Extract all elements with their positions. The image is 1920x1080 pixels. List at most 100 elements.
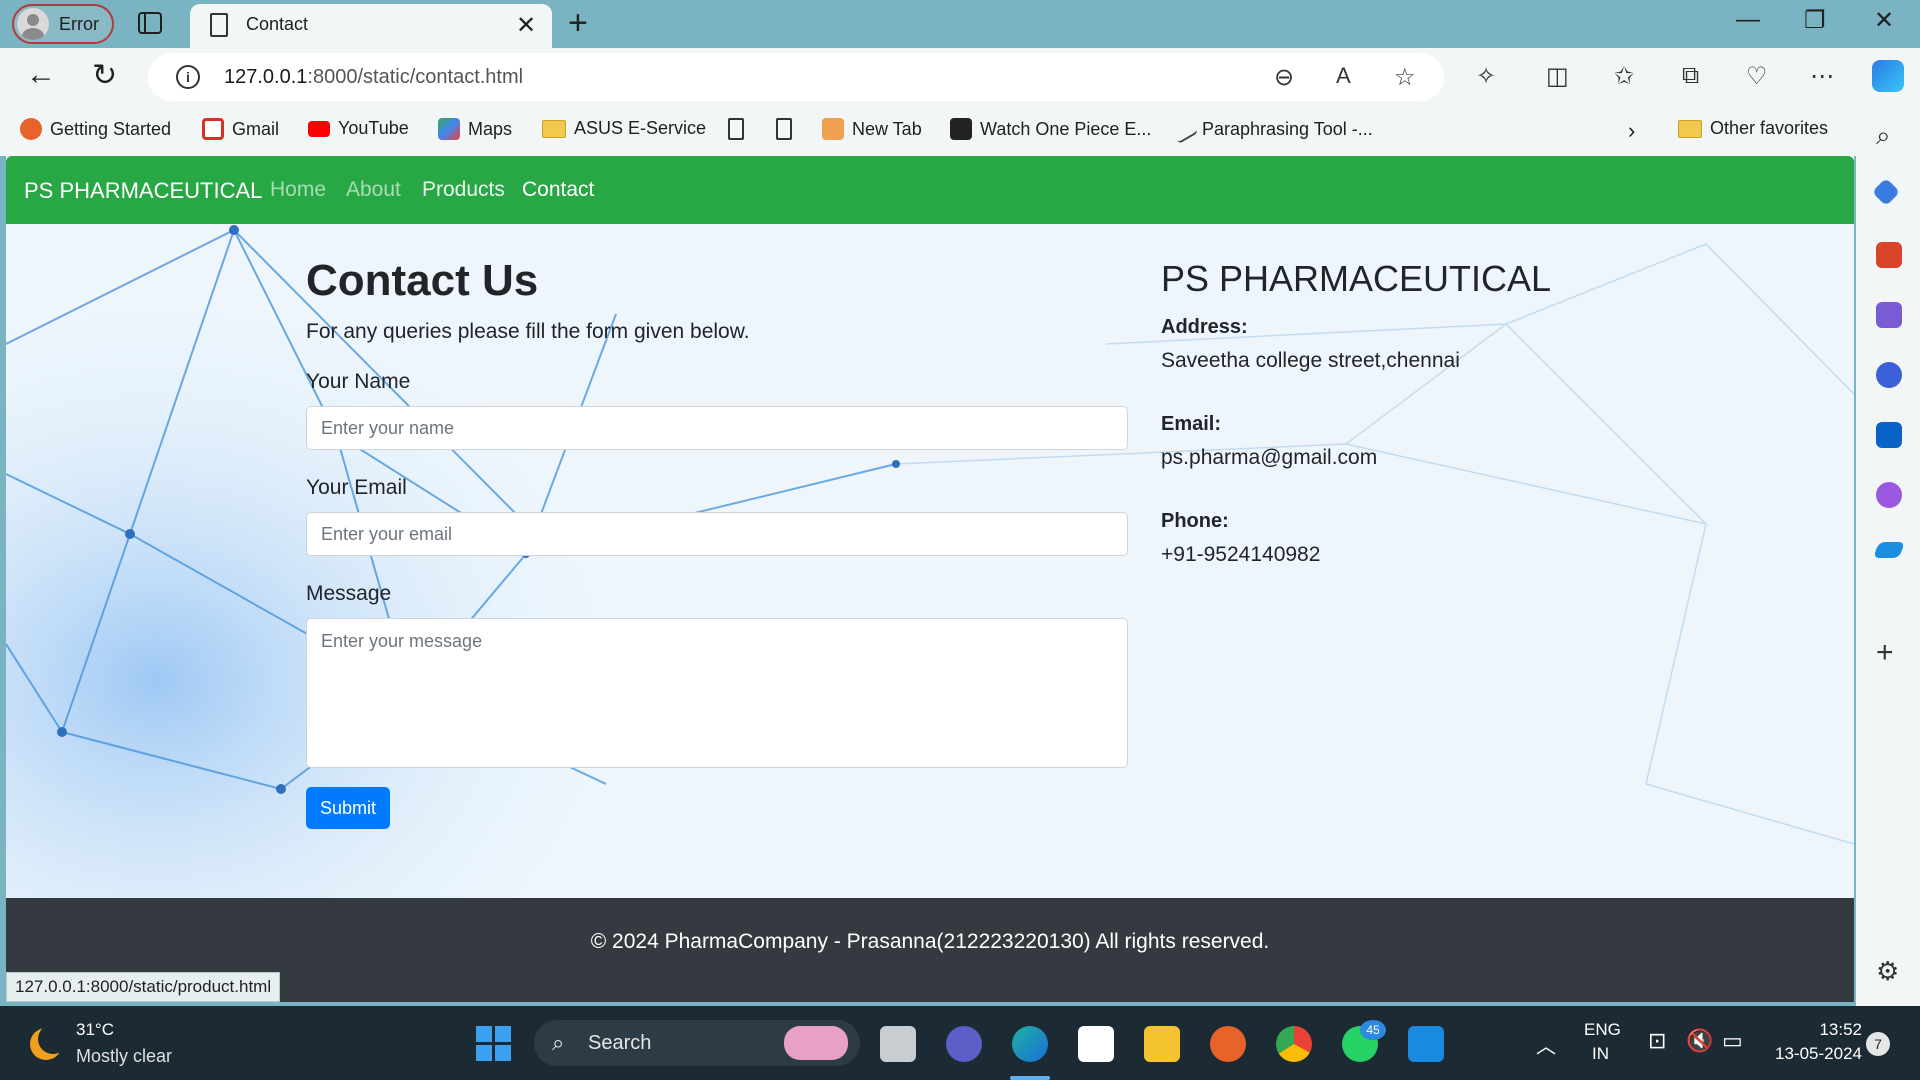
close-tab-icon[interactable]: ✕ bbox=[516, 11, 536, 40]
active-app-indicator bbox=[1010, 1076, 1050, 1080]
email-value: ps.pharma@gmail.com bbox=[1161, 446, 1378, 469]
file-explorer-icon[interactable] bbox=[1144, 1026, 1180, 1062]
show-hidden-icons-chevron[interactable]: ︿ bbox=[1536, 1030, 1556, 1059]
notification-count-badge[interactable]: 7 bbox=[1866, 1032, 1890, 1056]
weather-description[interactable]: Mostly clear bbox=[76, 1046, 172, 1067]
nav-contact[interactable]: Contact bbox=[522, 178, 594, 202]
fav-maps[interactable]: Maps bbox=[438, 118, 512, 140]
page-icon bbox=[776, 118, 792, 140]
page-viewport: PS PHARMACEUTICAL Home About Products Co… bbox=[6, 156, 1854, 1002]
tab-actions-icon[interactable] bbox=[138, 12, 162, 34]
games-icon[interactable] bbox=[1876, 302, 1902, 328]
name-input[interactable] bbox=[306, 406, 1128, 450]
add-sidebar-app-icon[interactable]: + bbox=[1876, 636, 1894, 670]
back-button[interactable]: ← bbox=[26, 58, 56, 92]
page-icon bbox=[728, 118, 744, 140]
designer-icon[interactable] bbox=[1876, 482, 1902, 508]
fav-new-tab[interactable]: New Tab bbox=[822, 118, 922, 140]
firefox-icon[interactable] bbox=[1210, 1026, 1246, 1062]
new-tab-button[interactable]: + bbox=[568, 4, 588, 42]
more-icon[interactable]: ⋯ bbox=[1810, 62, 1834, 91]
outlook-icon[interactable] bbox=[1876, 422, 1902, 448]
lotus-icon bbox=[784, 1026, 848, 1060]
address-bar[interactable]: i 127.0.0.1:8000/static/contact.html ⊖ A… bbox=[148, 53, 1444, 101]
site-brand[interactable]: PS PHARMACEUTICAL bbox=[24, 178, 262, 204]
store-icon[interactable] bbox=[1078, 1026, 1114, 1062]
whatsapp-badge: 45 bbox=[1360, 1020, 1386, 1040]
task-view-icon[interactable] bbox=[880, 1026, 916, 1062]
footer-text: © 2024 PharmaCompany - Prasanna(21222322… bbox=[590, 930, 1270, 953]
clock-date[interactable]: 13-05-2024 bbox=[1764, 1044, 1862, 1064]
tools-briefcase-icon[interactable] bbox=[1876, 242, 1902, 268]
zoom-out-icon[interactable]: ⊖ bbox=[1274, 63, 1294, 92]
battery-icon[interactable]: ▭ bbox=[1722, 1028, 1743, 1054]
profile-button[interactable]: Error bbox=[12, 4, 114, 44]
address-value: Saveetha college street,chennai bbox=[1161, 349, 1460, 372]
youtube-icon bbox=[308, 120, 330, 137]
minimize-button[interactable]: — bbox=[1736, 6, 1760, 34]
submit-button[interactable]: Submit bbox=[306, 787, 391, 829]
phone-label: Phone: bbox=[1161, 510, 1229, 532]
language-top[interactable]: ENG bbox=[1584, 1020, 1621, 1040]
fav-page-1[interactable] bbox=[728, 118, 744, 140]
close-window-button[interactable]: ✕ bbox=[1874, 6, 1894, 35]
taskbar-search[interactable]: ⌕ Search bbox=[534, 1020, 860, 1066]
fav-getting-started[interactable]: Getting Started bbox=[20, 118, 171, 140]
message-textarea[interactable] bbox=[306, 618, 1128, 768]
site-navbar: PS PHARMACEUTICAL Home About Products Co… bbox=[6, 156, 1854, 224]
refresh-button[interactable]: ↻ bbox=[92, 58, 117, 93]
split-screen-icon[interactable]: ◫ bbox=[1546, 62, 1569, 91]
folder-icon bbox=[542, 119, 566, 138]
site-info-icon[interactable]: i bbox=[176, 65, 200, 89]
restore-button[interactable]: ❐ bbox=[1804, 6, 1826, 35]
favorite-star-icon[interactable]: ☆ bbox=[1394, 63, 1416, 92]
network-icon[interactable]: ⊡ bbox=[1648, 1028, 1666, 1054]
clock-time[interactable]: 13:52 bbox=[1812, 1020, 1862, 1040]
fav-asus[interactable]: ASUS E-Service bbox=[542, 118, 706, 139]
maps-icon bbox=[438, 118, 460, 140]
read-aloud-icon[interactable]: A bbox=[1336, 63, 1351, 89]
firefox-icon bbox=[20, 118, 42, 140]
fav-one-piece[interactable]: Watch One Piece E... bbox=[950, 118, 1151, 140]
fav-other-favorites[interactable]: Other favorites bbox=[1678, 118, 1828, 139]
language-bottom[interactable]: IN bbox=[1592, 1044, 1609, 1064]
shopping-tag-icon[interactable] bbox=[1871, 177, 1901, 207]
windows-start-icon[interactable] bbox=[476, 1026, 512, 1062]
fav-youtube[interactable]: YouTube bbox=[308, 118, 409, 139]
favorites-bar: Getting Started Gmail YouTube Maps ASUS … bbox=[0, 106, 1920, 156]
tab-title: Contact bbox=[246, 14, 309, 34]
microsoft365-icon[interactable] bbox=[1876, 362, 1902, 388]
copilot-icon[interactable] bbox=[1872, 60, 1904, 92]
weather-moon-icon[interactable] bbox=[30, 1024, 68, 1060]
extensions-icon[interactable]: ✧ bbox=[1476, 62, 1496, 91]
nav-products[interactable]: Products bbox=[422, 178, 505, 202]
browser-essentials-icon[interactable]: ♡ bbox=[1746, 62, 1768, 91]
fav-gmail[interactable]: Gmail bbox=[202, 118, 279, 140]
send-icon[interactable] bbox=[1873, 542, 1905, 558]
phone-value: +91-9524140982 bbox=[1161, 543, 1321, 566]
page-icon bbox=[210, 13, 228, 37]
edge-icon[interactable] bbox=[1012, 1026, 1048, 1062]
tab-strip: Error Contact ✕ + — ❐ ✕ bbox=[0, 0, 1920, 48]
chrome-icon[interactable] bbox=[1276, 1026, 1312, 1062]
url-text: 127.0.0.1:8000/static/contact.html bbox=[224, 66, 524, 88]
more-favorites-chevron-icon[interactable]: › bbox=[1628, 118, 1635, 144]
fav-paraphrasing[interactable]: Paraphrasing Tool -... bbox=[1167, 113, 1373, 145]
taskbar: 31°C Mostly clear ⌕ Search 45 ︿ ENG IN ⊡… bbox=[0, 1006, 1920, 1080]
favorites-icon[interactable]: ✩ bbox=[1614, 62, 1634, 91]
pen-icon bbox=[1167, 113, 1199, 145]
tab-contact[interactable]: Contact ✕ bbox=[190, 4, 552, 48]
fav-page-2[interactable] bbox=[776, 118, 792, 140]
vscode-icon[interactable] bbox=[1408, 1026, 1444, 1062]
page-title: Contact Us bbox=[306, 256, 539, 305]
weather-temperature[interactable]: 31°C bbox=[76, 1020, 114, 1040]
settings-gear-icon[interactable]: ⚙ bbox=[1876, 956, 1899, 987]
collections-icon[interactable]: ⧉ bbox=[1682, 62, 1699, 90]
teams-icon[interactable] bbox=[946, 1026, 982, 1062]
one-piece-icon bbox=[950, 118, 972, 140]
nav-home[interactable]: Home bbox=[270, 178, 326, 202]
search-icon[interactable]: ⌕ bbox=[1876, 120, 1891, 152]
email-input[interactable] bbox=[306, 512, 1128, 556]
volume-muted-icon[interactable]: 🔇 bbox=[1686, 1028, 1713, 1054]
nav-about[interactable]: About bbox=[346, 178, 401, 202]
